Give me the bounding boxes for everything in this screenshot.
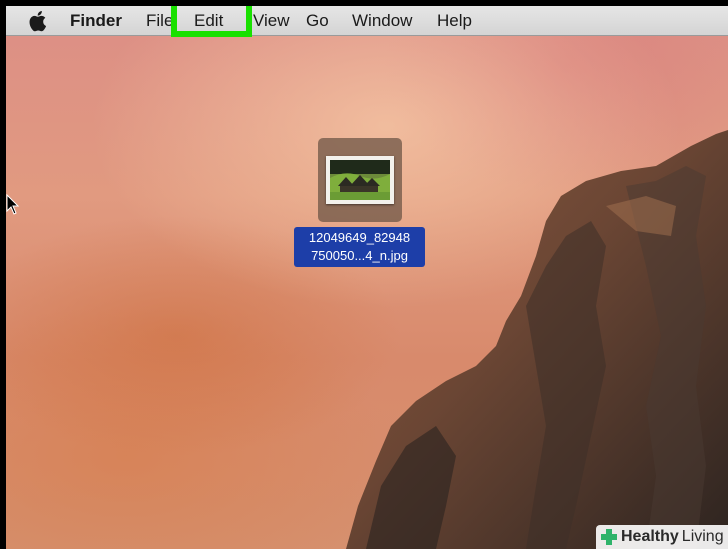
menu-file[interactable]: File: [146, 6, 173, 35]
watermark-word-healthy: Healthy: [621, 528, 679, 545]
menu-view[interactable]: View: [253, 6, 290, 35]
menu-edit[interactable]: Edit: [194, 6, 223, 35]
desktop-wallpaper-mountain: [346, 130, 728, 549]
image-thumbnail-icon: [330, 160, 390, 200]
plus-cross-icon: [601, 529, 617, 545]
watermark: Healthy Living: [596, 525, 728, 549]
apple-logo-icon[interactable]: [28, 9, 50, 33]
file-icon-jpg[interactable]: [318, 138, 402, 222]
mouse-cursor-icon: [6, 194, 20, 215]
menu-window[interactable]: Window: [352, 6, 412, 35]
file-name-line-2: 750050...4_n.jpg: [311, 248, 408, 263]
file-name-label[interactable]: 12049649_82948 750050...4_n.jpg: [294, 227, 425, 267]
file-thumbnail: [326, 156, 394, 204]
desktop: Finder File Edit View Go Window Help 120…: [6, 6, 728, 549]
menu-finder[interactable]: Finder: [70, 6, 122, 35]
menu-go[interactable]: Go: [306, 6, 329, 35]
menu-bar: Finder File Edit View Go Window Help: [6, 6, 728, 37]
file-name-line-1: 12049649_82948: [308, 230, 411, 245]
menu-help[interactable]: Help: [437, 6, 472, 35]
watermark-word-living: Living: [681, 528, 724, 545]
